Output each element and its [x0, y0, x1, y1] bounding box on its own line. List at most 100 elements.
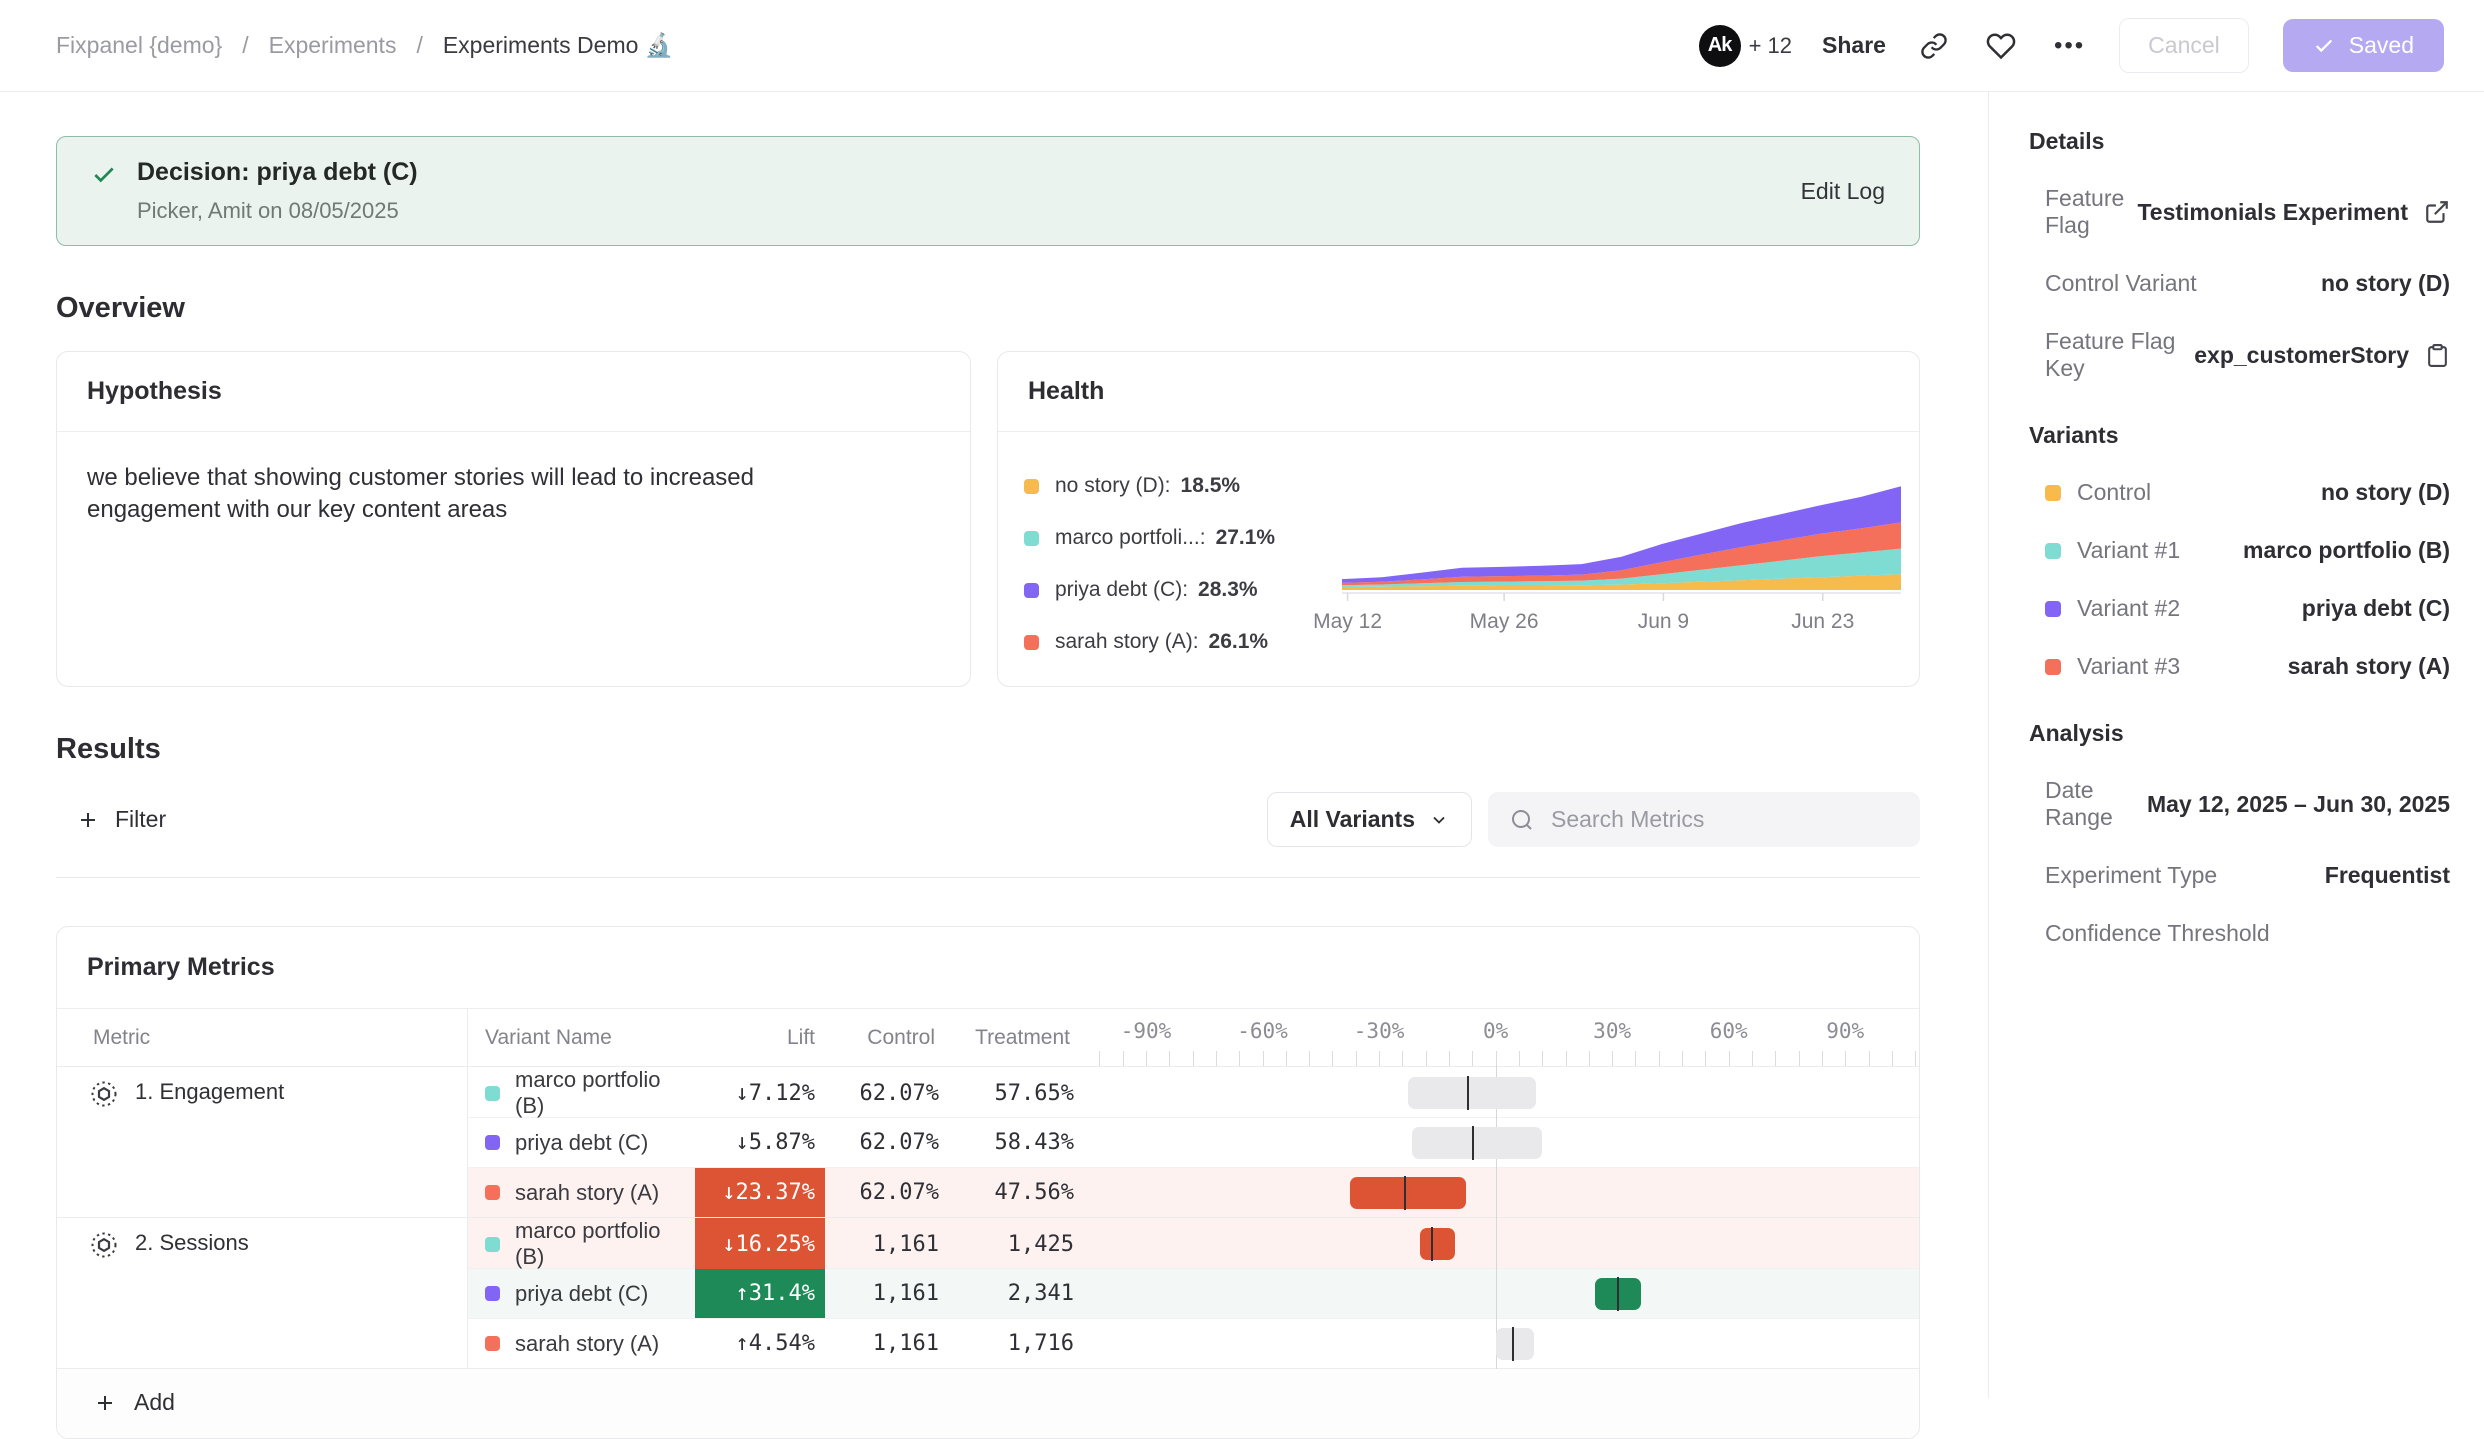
saved-button[interactable]: Saved	[2283, 19, 2444, 72]
metric-group-sessions: 2. Sessions marco portfolio (B) ↓16.25% …	[57, 1217, 1919, 1368]
decision-subtitle: Picker, Amit on 08/05/2025	[137, 198, 418, 224]
axis-label: 30%	[1593, 1019, 1631, 1043]
details-heading: Details	[2029, 128, 2450, 155]
avatar[interactable]: Ak	[1699, 25, 1741, 67]
search-input[interactable]	[1549, 805, 1898, 834]
check-icon	[2313, 35, 2335, 57]
detail-row-control-variant: Control Variant no story (D)	[2029, 270, 2450, 297]
legend-item: sarah story (A): 26.1%	[1024, 630, 1328, 654]
lift-axis: -90%-60%-30%0%30%60%90%	[1080, 1009, 1919, 1066]
link-icon	[1920, 32, 1948, 60]
plus-icon	[76, 808, 100, 832]
breadcrumb-current-page: Experiments Demo 🔬	[443, 32, 674, 59]
confidence-interval-bar	[1080, 1319, 1919, 1368]
copy-link-button[interactable]	[1916, 28, 1952, 64]
health-legend: no story (D): 18.5% marco portfoli...: 2…	[1024, 452, 1328, 654]
table-row[interactable]: marco portfolio (B) ↓16.25% 1,161 1,425	[468, 1218, 1919, 1268]
variant-color-dot	[485, 1185, 500, 1200]
breadcrumb: Fixpanel {demo} / Experiments / Experime…	[56, 32, 673, 59]
legend-item: priya debt (C): 28.3%	[1024, 578, 1328, 602]
treatment-value: 1,716	[945, 1319, 1080, 1368]
share-button[interactable]: Share	[1822, 32, 1886, 59]
clipboard-copy-icon[interactable]	[2425, 343, 2450, 368]
variant-name: priya debt (C)	[515, 1130, 648, 1156]
table-row[interactable]: priya debt (C) ↑31.4% 1,161 2,341	[468, 1268, 1919, 1318]
control-value: 62.07%	[825, 1067, 945, 1119]
lift-value: ↑4.54%	[695, 1319, 825, 1368]
variant-row-2: Variant #2 priya debt (C)	[2029, 595, 2450, 622]
control-value: 62.07%	[825, 1168, 945, 1217]
variant-row-3: Variant #3 sarah story (A)	[2029, 653, 2450, 680]
table-header: Metric Variant Name Lift Control Treatme…	[57, 1009, 1919, 1067]
metric-cell[interactable]: 2. Sessions	[57, 1218, 468, 1368]
metric-name: 1. Engagement	[135, 1079, 284, 1105]
table-row[interactable]: priya debt (C) ↓5.87% 62.07% 58.43%	[468, 1117, 1919, 1167]
breadcrumb-experiments[interactable]: Experiments	[269, 32, 397, 59]
cancel-button[interactable]: Cancel	[2119, 18, 2249, 73]
health-stacked-area-chart: May 12May 26Jun 9Jun 23	[1334, 452, 1909, 654]
analysis-heading: Analysis	[2029, 720, 2450, 747]
add-filter-button[interactable]: Filter	[56, 805, 172, 834]
metric-name: 2. Sessions	[135, 1230, 249, 1256]
variant-color-dot	[485, 1086, 500, 1101]
treatment-value: 47.56%	[945, 1168, 1080, 1217]
legend-swatch	[1024, 531, 1039, 546]
legend-item: no story (D): 18.5%	[1024, 474, 1328, 498]
chevron-down-icon	[1429, 810, 1449, 830]
x-axis-label: May 12	[1313, 610, 1382, 634]
table-row[interactable]: marco portfolio (B) ↓7.12% 62.07% 57.65%	[468, 1067, 1919, 1117]
breadcrumb-separator: /	[242, 32, 248, 59]
hypothesis-card: Hypothesis we believe that showing custo…	[56, 351, 971, 687]
axis-label: 0%	[1483, 1019, 1508, 1043]
column-header-variant: Variant Name	[468, 1009, 695, 1066]
variant-color-dot	[485, 1286, 500, 1301]
axis-label: -60%	[1237, 1019, 1288, 1043]
detail-row-feature-flag: Feature Flag Testimonials Experiment	[2029, 185, 2450, 239]
axis-label: 90%	[1826, 1019, 1864, 1043]
control-value: 1,161	[825, 1269, 945, 1318]
treatment-value: 2,341	[945, 1269, 1080, 1318]
x-axis-label: Jun 23	[1791, 610, 1854, 634]
search-metrics[interactable]	[1488, 792, 1920, 847]
decision-banner: Decision: priya debt (C) Picker, Amit on…	[56, 136, 1920, 246]
confidence-interval-bar	[1080, 1067, 1919, 1119]
legend-swatch	[1024, 635, 1039, 650]
treatment-value: 57.65%	[945, 1067, 1080, 1119]
lift-value: ↑31.4%	[695, 1269, 825, 1318]
variant-row-1: Variant #1 marco portfolio (B)	[2029, 537, 2450, 564]
metric-cell[interactable]: 1. Engagement	[57, 1067, 468, 1217]
feature-flag-link[interactable]: Testimonials Experiment	[2137, 199, 2408, 226]
table-row[interactable]: sarah story (A) ↓23.37% 62.07% 47.56%	[468, 1167, 1919, 1217]
ellipsis-icon: •••	[2054, 32, 2085, 60]
decision-title: Decision: priya debt (C)	[137, 158, 418, 187]
results-heading: Results	[56, 733, 1920, 766]
confidence-interval-bar	[1080, 1118, 1919, 1167]
variant-name: priya debt (C)	[515, 1281, 648, 1307]
overview-heading: Overview	[56, 292, 1920, 325]
control-value: 1,161	[825, 1218, 945, 1270]
variant-name: marco portfolio (B)	[515, 1067, 695, 1119]
variants-dropdown[interactable]: All Variants	[1267, 792, 1472, 847]
legend-swatch	[1024, 479, 1039, 494]
check-icon	[91, 162, 117, 224]
add-metric-button[interactable]: Add	[57, 1368, 1919, 1438]
external-link-icon[interactable]	[2424, 199, 2450, 225]
edit-log-button[interactable]: Edit Log	[1801, 178, 1885, 205]
breadcrumb-separator: /	[416, 32, 422, 59]
hypothesis-title: Hypothesis	[57, 352, 970, 432]
more-menu-button[interactable]: •••	[2050, 28, 2089, 64]
analysis-row-date-range: Date Range May 12, 2025 – Jun 30, 2025	[2029, 777, 2450, 831]
collaborator-count: + 12	[1749, 33, 1792, 59]
table-row[interactable]: sarah story (A) ↑4.54% 1,161 1,716	[468, 1318, 1919, 1368]
details-sidebar: Details Feature Flag Testimonials Experi…	[1988, 92, 2484, 1398]
breadcrumb-project[interactable]: Fixpanel {demo}	[56, 32, 222, 59]
heart-icon	[1986, 31, 2016, 61]
lift-value: ↓23.37%	[695, 1168, 825, 1217]
collaborator-avatars[interactable]: Ak + 12	[1699, 25, 1792, 67]
axis-label: -30%	[1354, 1019, 1405, 1043]
hypothesis-text[interactable]: we believe that showing customer stories…	[57, 432, 917, 555]
primary-metrics-title: Primary Metrics	[57, 927, 1919, 1009]
treatment-value: 1,425	[945, 1218, 1080, 1270]
control-value: 1,161	[825, 1319, 945, 1368]
favorite-button[interactable]	[1982, 27, 2020, 65]
